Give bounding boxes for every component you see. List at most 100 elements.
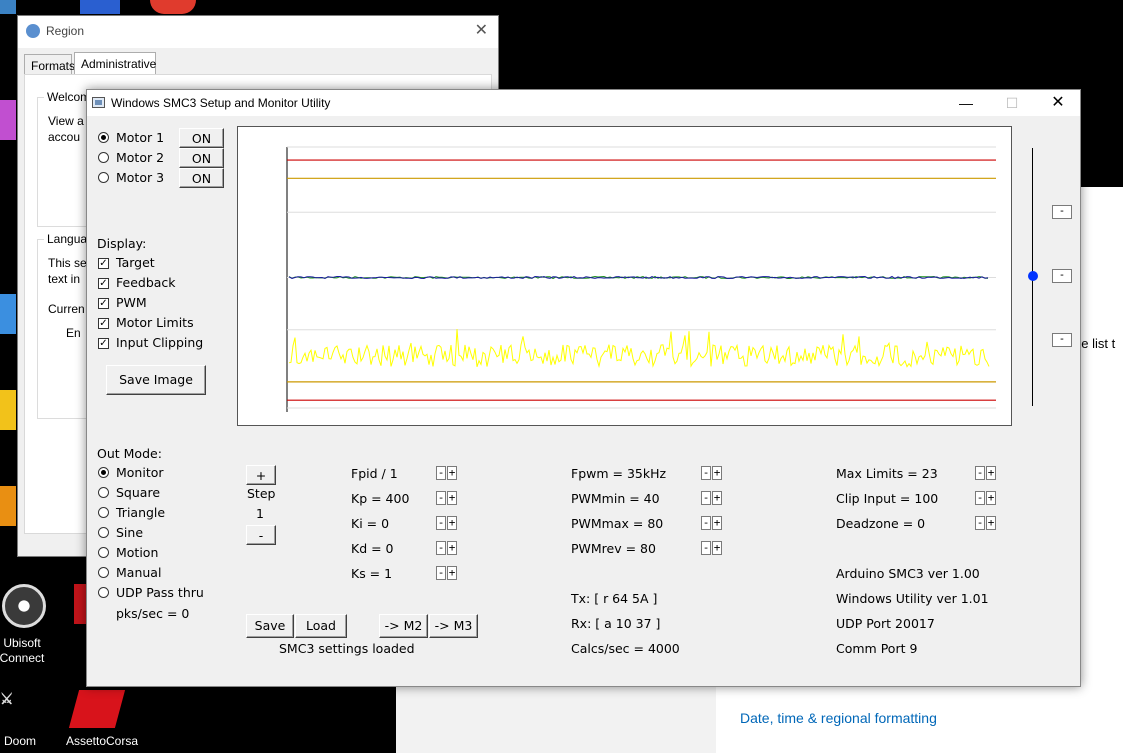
motor-3-radio[interactable]	[98, 172, 109, 183]
close-icon[interactable]: ✕	[1035, 90, 1081, 116]
copy-to-m3-button[interactable]: -> M3	[429, 614, 478, 638]
desktop-icon-ubisoft[interactable]: Ubisoft Connect	[0, 636, 52, 666]
maximize-icon[interactable]: ☐	[989, 90, 1035, 116]
ki-stepper[interactable]: - +	[436, 516, 457, 530]
folder-icon[interactable]	[80, 0, 120, 14]
motion-radio[interactable]	[98, 547, 109, 558]
clip-input-stepper[interactable]: - +	[975, 491, 996, 505]
app-icon-orange[interactable]	[0, 486, 16, 526]
monitor-label: Monitor	[116, 465, 164, 480]
plus-button[interactable]: +	[986, 491, 996, 505]
slider-thumb[interactable]	[1028, 271, 1038, 281]
input-clipping-checkbox[interactable]: ✓	[98, 338, 109, 349]
pwmrev-stepper[interactable]: - +	[701, 541, 722, 555]
display-title: Display:	[97, 236, 147, 251]
kp-stepper[interactable]: - +	[436, 491, 457, 505]
desktop-icon-assettocorsa[interactable]: AssettoCorsa	[66, 734, 138, 749]
minus-button[interactable]: -	[436, 466, 446, 480]
sine-radio[interactable]	[98, 527, 109, 538]
comm-port: Comm Port 9	[836, 641, 918, 656]
chrome-icon[interactable]	[150, 0, 196, 14]
app-icon-red[interactable]	[74, 584, 86, 624]
tab-administrative[interactable]: Administrative	[74, 52, 156, 76]
plus-button[interactable]: +	[447, 541, 457, 555]
desktop-icon-doom[interactable]: Doom	[0, 734, 50, 749]
close-icon[interactable]: ✕	[475, 20, 488, 40]
minus-button[interactable]: -	[975, 491, 985, 505]
app-icon-purple[interactable]	[0, 100, 16, 140]
triangle-label: Triangle	[116, 505, 166, 520]
motor-1-radio[interactable]	[98, 132, 109, 143]
plus-button[interactable]: +	[447, 516, 457, 530]
doom-icon[interactable]: ⚔	[0, 690, 42, 714]
plus-button[interactable]: +	[447, 566, 457, 580]
pwmmin-stepper[interactable]: - +	[701, 491, 722, 505]
feedback-label: Feedback	[116, 275, 176, 290]
minus-button[interactable]: -	[701, 491, 711, 505]
ubisoft-icon[interactable]	[2, 584, 46, 628]
feedback-checkbox[interactable]: ✓	[98, 278, 109, 289]
side-adjust-button-bottom[interactable]: -	[1052, 333, 1072, 347]
minus-button[interactable]: -	[436, 566, 446, 580]
udp-pass-thru-radio[interactable]	[98, 587, 109, 598]
square-radio[interactable]	[98, 487, 109, 498]
step-minus-button[interactable]: -	[246, 525, 276, 545]
minus-button[interactable]: -	[701, 466, 711, 480]
minus-button[interactable]: -	[975, 466, 985, 480]
rx-label: Rx: [ a 10 37 ]	[571, 616, 661, 631]
sine-label: Sine	[116, 525, 144, 540]
kd-stepper[interactable]: - +	[436, 541, 457, 555]
motor-3-on-button[interactable]: ON	[179, 168, 224, 188]
plus-button[interactable]: +	[447, 491, 457, 505]
minimize-icon[interactable]: —	[943, 90, 989, 116]
minus-button[interactable]: -	[436, 516, 446, 530]
pwm-checkbox[interactable]: ✓	[98, 298, 109, 309]
minus-button[interactable]: -	[436, 491, 446, 505]
save-image-button[interactable]: Save Image	[106, 365, 206, 395]
plus-button[interactable]: +	[712, 516, 722, 530]
fpid-stepper[interactable]: - +	[436, 466, 457, 480]
desktop-icon-partial[interactable]	[0, 0, 16, 14]
tab-formats[interactable]: Formats	[24, 54, 75, 76]
pwmrev-label: PWMrev = 80	[571, 541, 656, 556]
plus-button[interactable]: +	[447, 466, 457, 480]
monitor-radio[interactable]	[98, 467, 109, 478]
regional-formatting-link[interactable]: Date, time & regional formatting	[740, 710, 937, 726]
ks-stepper[interactable]: - +	[436, 566, 457, 580]
calcs-sec-label: Calcs/sec = 4000	[571, 641, 680, 656]
minus-button[interactable]: -	[975, 516, 985, 530]
minus-button[interactable]: -	[436, 541, 446, 555]
motor-1-on-button[interactable]: ON	[179, 128, 224, 148]
step-plus-button[interactable]: +	[246, 465, 276, 485]
plus-button[interactable]: +	[712, 466, 722, 480]
minus-button[interactable]: -	[701, 516, 711, 530]
deadzone-stepper[interactable]: - +	[975, 516, 996, 530]
plus-button[interactable]: +	[986, 516, 996, 530]
plus-button[interactable]: +	[712, 491, 722, 505]
assettocorsa-icon[interactable]	[68, 690, 126, 728]
app-icon-blue[interactable]	[0, 294, 16, 334]
plus-button[interactable]: +	[986, 466, 996, 480]
deadzone-label: Deadzone = 0	[836, 516, 926, 531]
pwmmax-stepper[interactable]: - +	[701, 516, 722, 530]
side-adjust-button-mid[interactable]: -	[1052, 269, 1072, 283]
minus-button[interactable]: -	[701, 541, 711, 555]
language-text: text in	[48, 272, 81, 286]
plus-button[interactable]: +	[712, 541, 722, 555]
triangle-radio[interactable]	[98, 507, 109, 518]
motor-2-radio[interactable]	[98, 152, 109, 163]
side-adjust-button-top[interactable]: -	[1052, 205, 1072, 219]
plot-grid	[286, 146, 996, 412]
fpid-label: Fpid / 1	[351, 466, 398, 481]
copy-to-m2-button[interactable]: -> M2	[379, 614, 428, 638]
save-button[interactable]: Save	[246, 614, 294, 638]
motor-limits-checkbox[interactable]: ✓	[98, 318, 109, 329]
motor-2-on-button[interactable]: ON	[179, 148, 224, 168]
load-button[interactable]: Load	[295, 614, 347, 638]
manual-radio[interactable]	[98, 567, 109, 578]
max-limits-stepper[interactable]: - +	[975, 466, 996, 480]
target-checkbox[interactable]: ✓	[98, 258, 109, 269]
fpwm-stepper[interactable]: - +	[701, 466, 722, 480]
target-label: Target	[116, 255, 155, 270]
app-icon-yellow[interactable]	[0, 390, 16, 430]
